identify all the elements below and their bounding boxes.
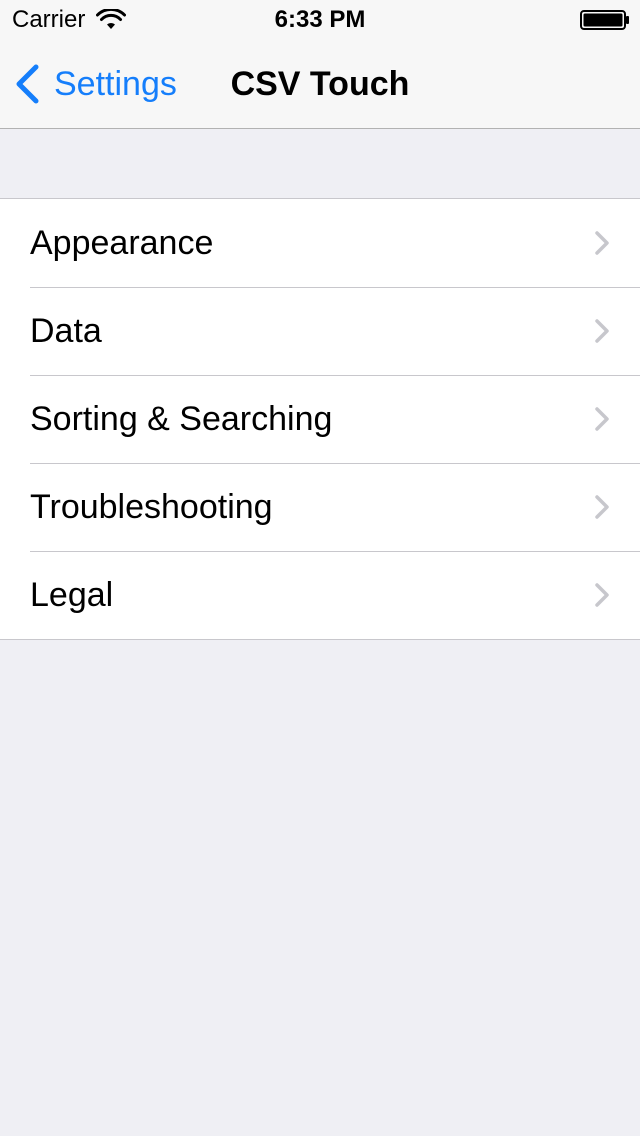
status-bar: Carrier 6:33 PM — [0, 0, 640, 40]
menu-item-legal[interactable]: Legal — [0, 551, 640, 639]
menu-item-label: Data — [30, 312, 102, 350]
navigation-bar: CSV Touch Settings — [0, 40, 640, 129]
status-time: 6:33 PM — [274, 6, 366, 33]
menu-item-label: Appearance — [30, 224, 214, 262]
settings-menu-list: Appearance Data Sorting & Searching Trou… — [0, 198, 640, 640]
menu-item-appearance[interactable]: Appearance — [0, 199, 640, 287]
battery-icon — [580, 10, 629, 30]
menu-item-sorting-searching[interactable]: Sorting & Searching — [0, 375, 640, 463]
back-button[interactable]: Settings — [14, 62, 177, 106]
chevron-right-icon — [595, 407, 609, 431]
chevron-right-icon — [595, 495, 609, 519]
menu-item-troubleshooting[interactable]: Troubleshooting — [0, 463, 640, 551]
chevron-right-icon — [595, 231, 609, 255]
menu-item-label: Sorting & Searching — [30, 400, 333, 438]
menu-item-data[interactable]: Data — [0, 287, 640, 375]
chevron-left-icon — [16, 64, 39, 104]
back-button-label: Settings — [54, 65, 177, 103]
menu-item-label: Legal — [30, 576, 114, 614]
menu-item-label: Troubleshooting — [30, 488, 273, 526]
chevron-right-icon — [595, 583, 609, 607]
chevron-right-icon — [595, 319, 609, 343]
